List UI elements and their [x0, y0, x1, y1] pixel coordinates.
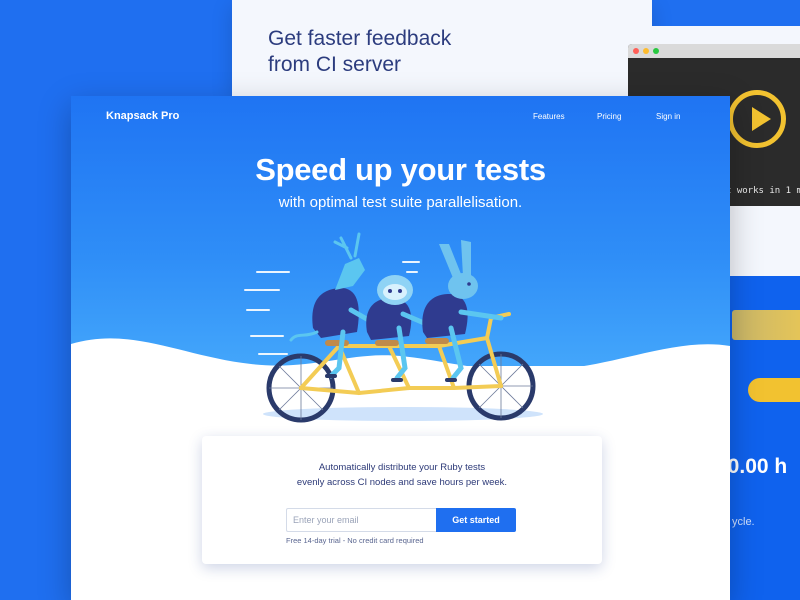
window-minimize-dot-icon[interactable]	[643, 48, 649, 54]
video-window-titlebar	[628, 44, 800, 58]
signup-description: Automatically distribute your Ruby tests…	[202, 460, 602, 490]
email-field[interactable]	[286, 508, 436, 532]
background-page-heading: Get faster feedback from CI server	[268, 26, 588, 78]
trial-note: Free 14-day trial - No credit card requi…	[286, 536, 424, 545]
background-progress-bar	[732, 310, 800, 340]
hero-subtitle: with optimal test suite parallelisation.	[278, 194, 523, 211]
background-small-text: ycle.	[732, 516, 755, 528]
hero-title: Speed up your tests	[255, 152, 546, 187]
window-close-dot-icon[interactable]	[633, 48, 639, 54]
background-heading-line1: Get faster feedback	[268, 27, 452, 50]
signup-description-line2: evenly across CI nodes and save hours pe…	[296, 477, 508, 488]
signup-card: Automatically distribute your Ruby tests…	[202, 436, 602, 564]
nav-pricing-link[interactable]: Pricing	[597, 112, 621, 121]
nav-signin-link[interactable]: Sign in	[656, 112, 680, 121]
video-caption: t works in 1 min	[726, 186, 800, 196]
nav-features-link[interactable]: Features	[533, 112, 565, 121]
nav-logo[interactable]: Knapsack Pro	[106, 110, 179, 122]
signup-description-line1: Automatically distribute your Ruby tests	[318, 462, 486, 473]
tandem-bicycle-illustration	[244, 232, 543, 423]
window-maximize-dot-icon[interactable]	[653, 48, 659, 54]
landing-page: Knapsack Pro Features Pricing Sign in Sp…	[71, 96, 730, 600]
background-pill-button[interactable]	[748, 378, 800, 402]
background-heading-line2: from CI server	[268, 53, 402, 76]
get-started-button[interactable]: Get started	[436, 508, 516, 532]
play-icon[interactable]	[728, 90, 786, 148]
